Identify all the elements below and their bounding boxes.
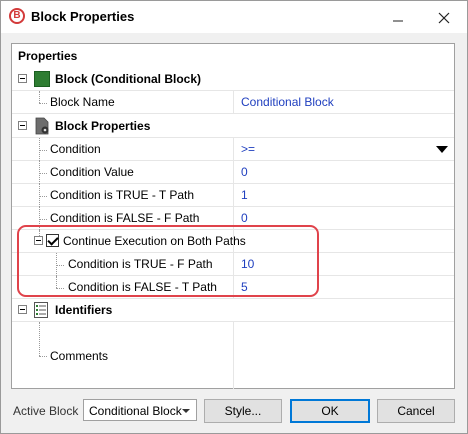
property-value[interactable]: 0 (241, 165, 248, 179)
chevron-down-icon (182, 409, 190, 413)
collapse-toggle-icon[interactable] (18, 74, 27, 83)
property-label: Condition is TRUE - T Path (50, 188, 195, 202)
active-block-label: Active Block (13, 404, 79, 418)
property-row-condition-value[interactable]: Condition Value 0 (12, 161, 454, 184)
style-button[interactable]: Style... (204, 399, 282, 423)
block-properties-dialog: B Block Properties Properties Block (Con… (0, 0, 468, 434)
app-logo-icon: B (9, 8, 25, 24)
ok-button[interactable]: OK (290, 399, 370, 423)
property-row-block-name[interactable]: Block Name Conditional Block (12, 91, 454, 114)
property-value[interactable]: 10 (241, 257, 254, 271)
property-row-false-t-path[interactable]: Condition is FALSE - T Path 5 (12, 276, 454, 299)
properties-header: Properties (18, 49, 78, 63)
property-row-true-f-path[interactable]: Condition is TRUE - F Path 10 (12, 253, 454, 276)
property-row-continue-both-paths[interactable]: Continue Execution on Both Paths (12, 230, 454, 253)
collapse-toggle-icon[interactable] (34, 236, 43, 245)
property-label: Comments (50, 349, 109, 363)
category-label: Block Properties (55, 119, 151, 133)
property-row-true-t-path[interactable]: Condition is TRUE - T Path 1 (12, 184, 454, 207)
cancel-button[interactable]: Cancel (377, 399, 455, 423)
property-value[interactable]: Conditional Block (241, 95, 334, 109)
property-value[interactable]: 1 (241, 188, 248, 202)
minimize-button[interactable] (375, 1, 421, 33)
property-label: Continue Execution on Both Paths (63, 234, 246, 248)
property-label: Condition Value (50, 165, 134, 179)
active-block-value: Conditional Block (89, 404, 182, 418)
close-icon (438, 12, 450, 24)
continue-both-paths-checkbox[interactable] (46, 234, 59, 247)
active-block-dropdown[interactable]: Conditional Block (83, 399, 197, 421)
property-label: Condition is FALSE - F Path (50, 211, 200, 225)
property-label: Block Name (50, 95, 115, 109)
property-label: Condition (50, 142, 101, 156)
dropdown-arrow-icon[interactable] (436, 146, 448, 153)
property-row-false-f-path[interactable]: Condition is FALSE - F Path 0 (12, 207, 454, 230)
green-block-icon (34, 71, 50, 87)
property-grid: Properties Block (Conditional Block) Blo… (11, 43, 455, 389)
category-block[interactable]: Block (Conditional Block) (12, 68, 454, 91)
category-label: Block (Conditional Block) (55, 72, 202, 86)
property-value[interactable]: 0 (241, 211, 248, 225)
window-title: Block Properties (31, 9, 135, 24)
collapse-toggle-icon[interactable] (18, 305, 27, 314)
property-label: Condition is TRUE - F Path (68, 257, 213, 271)
property-label: Condition is FALSE - T Path (68, 280, 217, 294)
category-block-properties[interactable]: Block Properties (12, 115, 454, 138)
property-row-condition[interactable]: Condition >= (12, 138, 454, 161)
document-gear-icon (35, 117, 49, 135)
close-button[interactable] (421, 1, 467, 33)
category-label: Identifiers (55, 303, 113, 317)
condition-select[interactable]: >= (241, 142, 255, 156)
minimize-icon (393, 20, 403, 22)
property-row-comments[interactable]: Comments (12, 322, 454, 389)
property-value[interactable]: 5 (241, 280, 248, 294)
collapse-toggle-icon[interactable] (18, 121, 27, 130)
identifiers-list-icon (34, 302, 48, 318)
title-bar: B Block Properties (1, 1, 467, 33)
category-identifiers[interactable]: Identifiers (12, 299, 454, 322)
